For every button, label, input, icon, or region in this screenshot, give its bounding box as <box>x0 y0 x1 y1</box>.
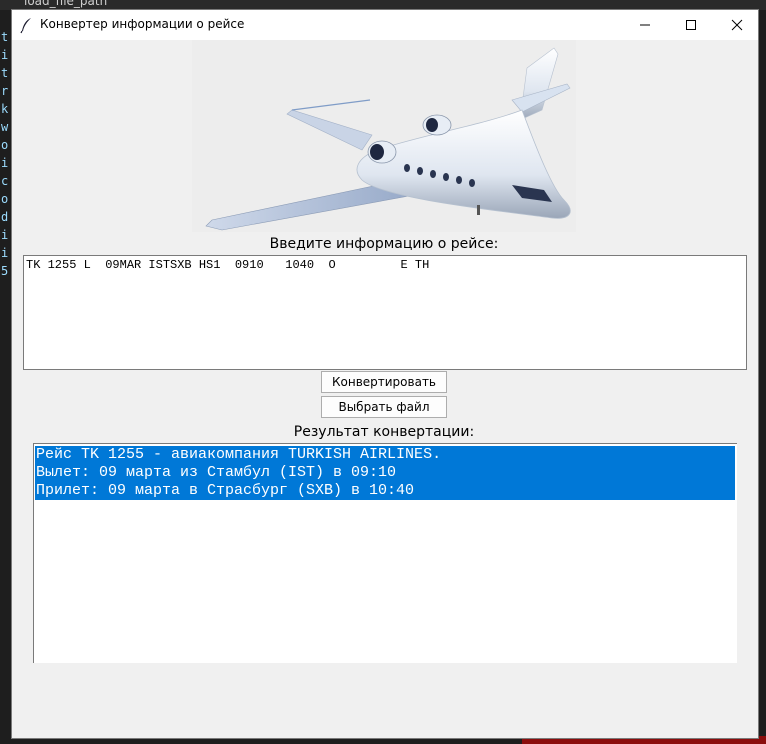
result-line-1: Рейс TK 1255 - авиакомпания TURKISH AIRL… <box>36 446 442 463</box>
close-icon <box>731 19 743 31</box>
background-code-fragment: 5 <box>1 264 9 278</box>
title-bar[interactable]: Конвертер информации о рейсе <box>12 10 758 40</box>
background-code-fragment: i <box>1 48 9 62</box>
result-line-3: Прилет: 09 марта в Страсбург (SXB) в 10:… <box>36 482 415 499</box>
close-button[interactable] <box>714 10 760 40</box>
flight-info-input[interactable]: TK 1255 L 09MAR ISTSXB HS1 0910 1040 O E… <box>23 255 747 370</box>
maximize-icon <box>686 20 696 30</box>
airplane-image <box>192 40 576 232</box>
minimize-icon <box>640 24 650 26</box>
choose-file-button[interactable]: Выбрать файл <box>321 396 447 418</box>
background-code-fragment: i <box>1 246 9 260</box>
background-code-fragment: o <box>1 192 9 206</box>
background-tab-label: load_file_path <box>24 0 108 8</box>
feather-icon <box>20 18 31 34</box>
background-code-fragment: k <box>1 102 9 116</box>
background-code-fragment: w <box>1 120 9 134</box>
convert-button[interactable]: Конвертировать <box>321 371 447 393</box>
background-code-fragment: r <box>1 84 9 98</box>
background-code-fragment: i <box>1 156 9 170</box>
background-code-fragment: d <box>1 210 9 224</box>
input-label: Введите информацию о рейсе: <box>269 236 499 252</box>
app-window: Конвертер информации о рейсе Введите инф… <box>11 9 759 739</box>
result-line-2: Вылет: 09 марта из Стамбул (IST) в 09:10 <box>36 464 397 481</box>
background-code-fragment: i <box>1 228 9 242</box>
selected-result-text: Рейс TK 1255 - авиакомпания TURKISH AIRL… <box>35 446 735 500</box>
background-code-fragment: t <box>1 30 9 44</box>
background-code-fragment: c <box>1 174 9 188</box>
minimize-button[interactable] <box>622 10 668 40</box>
background-code-fragment: t <box>1 66 9 80</box>
maximize-button[interactable] <box>668 10 714 40</box>
result-output[interactable]: Рейс TK 1255 - авиакомпания TURKISH AIRL… <box>33 443 737 663</box>
result-label: Результат конвертации: <box>293 424 475 440</box>
background-code-fragment: o <box>1 138 9 152</box>
window-title: Конвертер информации о рейсе <box>40 17 245 31</box>
